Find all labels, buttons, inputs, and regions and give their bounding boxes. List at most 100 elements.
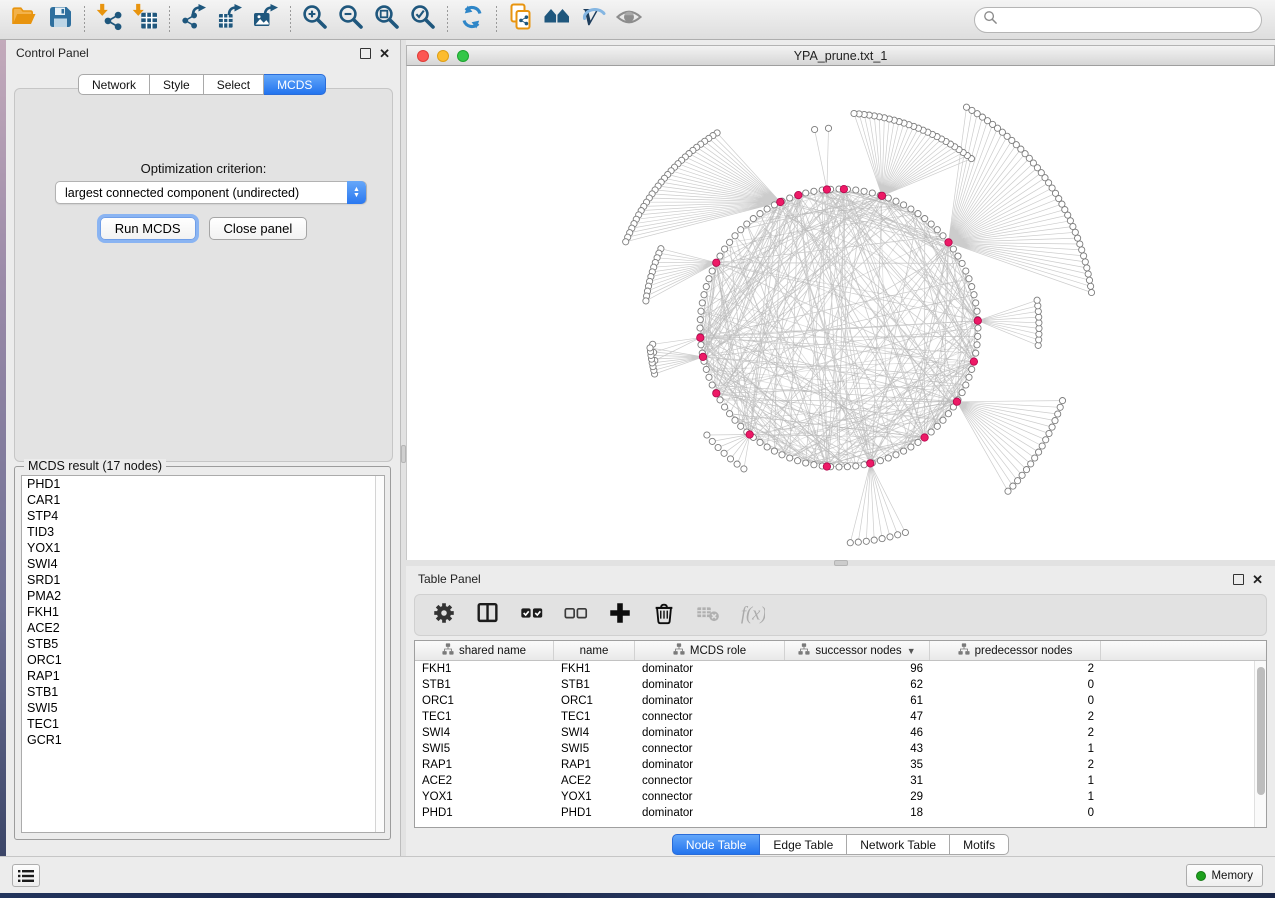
add-column-button[interactable] [605, 600, 635, 630]
mcds-result-item[interactable]: ORC1 [22, 652, 384, 668]
table-row[interactable]: YOX1YOX1connector291 [415, 789, 1266, 805]
zoom-selected-button[interactable] [405, 3, 441, 37]
mcds-result-item[interactable]: STB5 [22, 636, 384, 652]
tab-motifs[interactable]: Motifs [950, 834, 1009, 855]
table-row[interactable]: SWI5SWI5connector431 [415, 741, 1266, 757]
open-file-button[interactable] [6, 3, 42, 37]
tab-mcds[interactable]: MCDS [264, 74, 326, 95]
cell-shared-name: STB1 [415, 679, 554, 691]
network-titlebar: YPA_prune.txt_1 [406, 45, 1275, 66]
memory-button[interactable]: Memory [1186, 864, 1263, 887]
mcds-result-item[interactable]: CAR1 [22, 492, 384, 508]
table-row[interactable]: STB1STB1dominator620 [415, 677, 1266, 693]
save-session-button[interactable] [42, 3, 78, 37]
mcds-result-item[interactable]: TID3 [22, 524, 384, 540]
network-graph[interactable] [407, 66, 1275, 560]
tab-node-table[interactable]: Node Table [672, 834, 761, 855]
mcds-result-item[interactable]: YOX1 [22, 540, 384, 556]
table-scrollbar-thumb[interactable] [1257, 667, 1265, 795]
first-neighbors-button[interactable] [539, 3, 575, 37]
export-table-button[interactable] [212, 3, 248, 37]
close-panel-icon[interactable]: ✕ [379, 48, 390, 59]
tree-column-icon [442, 643, 454, 658]
mcds-result-item[interactable]: SWI4 [22, 556, 384, 572]
table-row[interactable]: FKH1FKH1dominator962 [415, 661, 1266, 677]
import-network-button[interactable] [91, 3, 127, 37]
columns-icon [475, 600, 501, 631]
tab-network[interactable]: Network [78, 74, 150, 95]
mcds-result-item[interactable]: PMA2 [22, 588, 384, 604]
graph-nodes[interactable] [623, 104, 1095, 546]
cell-name: SWI4 [554, 727, 635, 739]
criterion-dropdown[interactable]: largest connected component (undirected)… [55, 181, 367, 204]
column-header-MCDS-role[interactable]: MCDS role [635, 641, 785, 660]
table-scrollbar-track[interactable] [1254, 661, 1266, 827]
table-panel-title: Table Panel [418, 572, 481, 586]
close-panel-button[interactable]: Close panel [209, 217, 308, 240]
float-panel-icon[interactable] [360, 48, 371, 59]
import-table-button[interactable] [127, 3, 163, 37]
table-row[interactable]: TEC1TEC1connector472 [415, 709, 1266, 725]
mcds-result-item[interactable]: FKH1 [22, 604, 384, 620]
export-image-button[interactable] [248, 3, 284, 37]
mcds-result-item[interactable]: ACE2 [22, 620, 384, 636]
table-row[interactable]: ACE2ACE2connector311 [415, 773, 1266, 789]
clone-network-button[interactable] [503, 3, 539, 37]
cell-MCDS-role: dominator [635, 807, 785, 819]
search-input[interactable] [998, 10, 1253, 30]
mcds-result-item[interactable]: TEC1 [22, 716, 384, 732]
tab-network-table[interactable]: Network Table [847, 834, 950, 855]
float-panel-icon[interactable] [1233, 574, 1244, 585]
cell-name: SWI5 [554, 743, 635, 755]
table-settings-button[interactable] [429, 600, 459, 630]
graphics-details-button[interactable] [611, 3, 647, 37]
mcds-result-item[interactable]: RAP1 [22, 668, 384, 684]
zoom-out-button[interactable] [333, 3, 369, 37]
table-row[interactable]: PHD1PHD1dominator180 [415, 805, 1266, 821]
column-header-shared-name[interactable]: shared name [415, 641, 554, 660]
table-row[interactable]: ORC1ORC1dominator610 [415, 693, 1266, 709]
mcds-result-item[interactable]: PHD1 [22, 476, 384, 492]
toolbar-separator [84, 6, 85, 34]
column-header-successor-nodes[interactable]: successor nodes▼ [785, 641, 930, 660]
column-header-name[interactable]: name [554, 641, 635, 660]
search-field[interactable] [974, 7, 1262, 33]
column-visibility-button[interactable] [473, 600, 503, 630]
cell-successor-nodes: 62 [785, 679, 930, 691]
close-panel-icon[interactable]: ✕ [1252, 574, 1263, 585]
cell-successor-nodes: 29 [785, 791, 930, 803]
vizmapper-button[interactable]: V [575, 3, 611, 37]
zoom-out-icon [337, 3, 365, 36]
main-toolbar: V [0, 0, 1275, 40]
mcds-result-item[interactable]: GCR1 [22, 732, 384, 748]
cell-predecessor-nodes: 2 [930, 727, 1101, 739]
run-mcds-button[interactable]: Run MCDS [100, 217, 196, 240]
cell-successor-nodes: 46 [785, 727, 930, 739]
cell-successor-nodes: 47 [785, 711, 930, 723]
fx-icon: f(x) [739, 600, 765, 631]
control-panel: Control Panel ✕ NetworkStyleSelectMCDS O… [6, 40, 401, 856]
list-scrollbar-track[interactable] [375, 476, 384, 832]
import-network-icon [95, 3, 123, 36]
cell-successor-nodes: 35 [785, 759, 930, 771]
network-canvas[interactable] [406, 66, 1275, 560]
mcds-result-item[interactable]: SRD1 [22, 572, 384, 588]
delete-column-button[interactable] [649, 600, 679, 630]
select-all-button[interactable] [517, 600, 547, 630]
zoom-fit-button[interactable] [369, 3, 405, 37]
column-header-predecessor-nodes[interactable]: predecessor nodes [930, 641, 1101, 660]
table-row[interactable]: RAP1RAP1dominator352 [415, 757, 1266, 773]
table-row[interactable]: SWI4SWI4dominator462 [415, 725, 1266, 741]
mcds-result-item[interactable]: SWI5 [22, 700, 384, 716]
export-network-button[interactable] [176, 3, 212, 37]
tab-style[interactable]: Style [150, 74, 204, 95]
mcds-result-item[interactable]: STP4 [22, 508, 384, 524]
deselect-all-button[interactable] [561, 600, 591, 630]
mcds-result-item[interactable]: STB1 [22, 684, 384, 700]
refresh-button[interactable] [454, 3, 490, 37]
task-history-button[interactable] [12, 864, 40, 887]
tab-edge-table[interactable]: Edge Table [760, 834, 847, 855]
tab-select[interactable]: Select [204, 74, 264, 95]
cell-name: FKH1 [554, 663, 635, 675]
zoom-in-button[interactable] [297, 3, 333, 37]
